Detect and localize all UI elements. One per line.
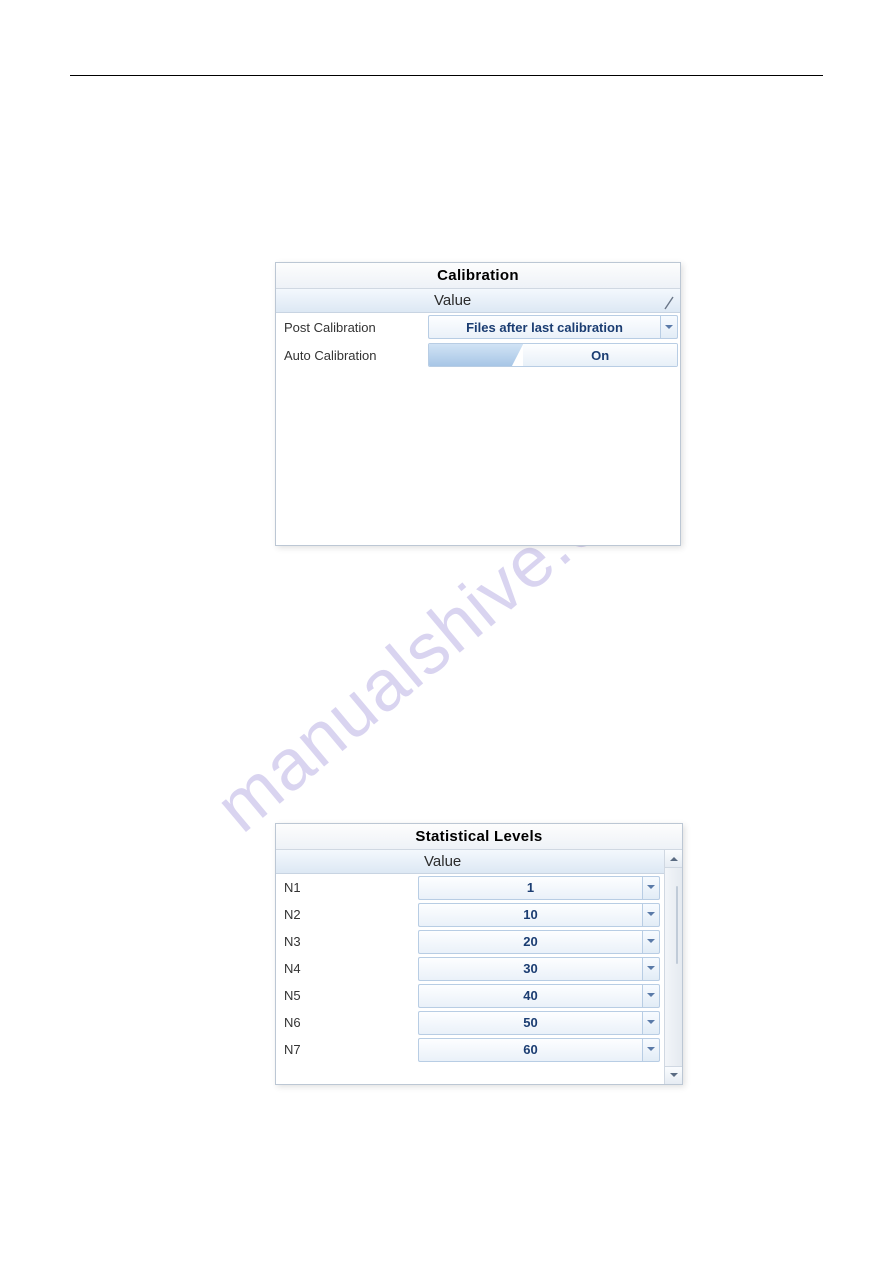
chevron-down-icon[interactable] <box>642 1038 660 1062</box>
n2-value: 10 <box>418 903 642 927</box>
n5-value: 40 <box>418 984 642 1008</box>
table-row: N6 50 <box>276 1009 664 1036</box>
calibration-row-post: Post Calibration Files after last calibr… <box>276 313 680 341</box>
chevron-down-icon[interactable] <box>660 315 678 339</box>
calibration-header-value-label: Value <box>434 292 471 309</box>
calibration-panel-title: Calibration <box>276 263 680 289</box>
scroll-thumb[interactable] <box>676 886 678 964</box>
chevron-down-icon[interactable] <box>642 957 660 981</box>
statistical-levels-main: Value N1 1 N2 10 <box>276 850 664 1084</box>
calibration-row-auto: Auto Calibration On <box>276 341 680 369</box>
scroll-up-icon[interactable] <box>665 850 682 868</box>
scroll-down-icon[interactable] <box>665 1066 682 1084</box>
row-label: N1 <box>276 880 418 895</box>
row-label: N5 <box>276 988 418 1003</box>
sort-ascending-icon <box>664 296 674 314</box>
toggle-off-region <box>429 344 523 366</box>
table-row: N4 30 <box>276 955 664 982</box>
n6-value: 50 <box>418 1011 642 1035</box>
table-row: N1 1 <box>276 874 664 901</box>
post-calibration-dropdown[interactable]: Files after last calibration <box>428 315 678 339</box>
table-row: N2 10 <box>276 901 664 928</box>
header-divider <box>70 75 823 76</box>
chevron-down-icon[interactable] <box>642 930 660 954</box>
statistical-header-value[interactable]: Value <box>418 853 664 870</box>
n4-dropdown[interactable]: 30 <box>418 957 660 981</box>
table-row: N3 20 <box>276 928 664 955</box>
chevron-down-icon[interactable] <box>642 876 660 900</box>
n6-dropdown[interactable]: 50 <box>418 1011 660 1035</box>
row-label: N3 <box>276 934 418 949</box>
statistical-levels-header: Value <box>276 850 664 874</box>
n4-value: 30 <box>418 957 642 981</box>
n7-value: 60 <box>418 1038 642 1062</box>
table-row: N5 40 <box>276 982 664 1009</box>
n7-dropdown[interactable]: 60 <box>418 1038 660 1062</box>
n3-dropdown[interactable]: 20 <box>418 930 660 954</box>
calibration-body: Post Calibration Files after last calibr… <box>276 313 680 545</box>
n1-dropdown[interactable]: 1 <box>418 876 660 900</box>
statistical-levels-title: Statistical Levels <box>276 824 682 850</box>
post-calibration-value: Files after last calibration <box>428 315 660 339</box>
statistical-levels-body: N1 1 N2 10 N3 20 <box>276 874 664 1084</box>
calibration-row-label: Auto Calibration <box>276 348 428 363</box>
auto-calibration-toggle[interactable]: On <box>428 343 678 367</box>
chevron-down-icon[interactable] <box>642 984 660 1008</box>
calibration-header-value[interactable]: Value <box>428 292 680 309</box>
n3-value: 20 <box>418 930 642 954</box>
statistical-levels-panel: Statistical Levels Value N1 1 N2 10 <box>275 823 683 1085</box>
calibration-header-row: Value <box>276 289 680 313</box>
n5-dropdown[interactable]: 40 <box>418 984 660 1008</box>
table-row: N7 60 <box>276 1036 664 1063</box>
row-label: N2 <box>276 907 418 922</box>
scrollbar[interactable] <box>664 850 682 1084</box>
n1-value: 1 <box>418 876 642 900</box>
n2-dropdown[interactable]: 10 <box>418 903 660 927</box>
calibration-panel: Calibration Value Post Calibration Files… <box>275 262 681 546</box>
chevron-down-icon[interactable] <box>642 1011 660 1035</box>
row-label: N6 <box>276 1015 418 1030</box>
row-label: N4 <box>276 961 418 976</box>
row-label: N7 <box>276 1042 418 1057</box>
chevron-down-icon[interactable] <box>642 903 660 927</box>
toggle-on-label: On <box>523 344 677 366</box>
calibration-row-label: Post Calibration <box>276 320 428 335</box>
